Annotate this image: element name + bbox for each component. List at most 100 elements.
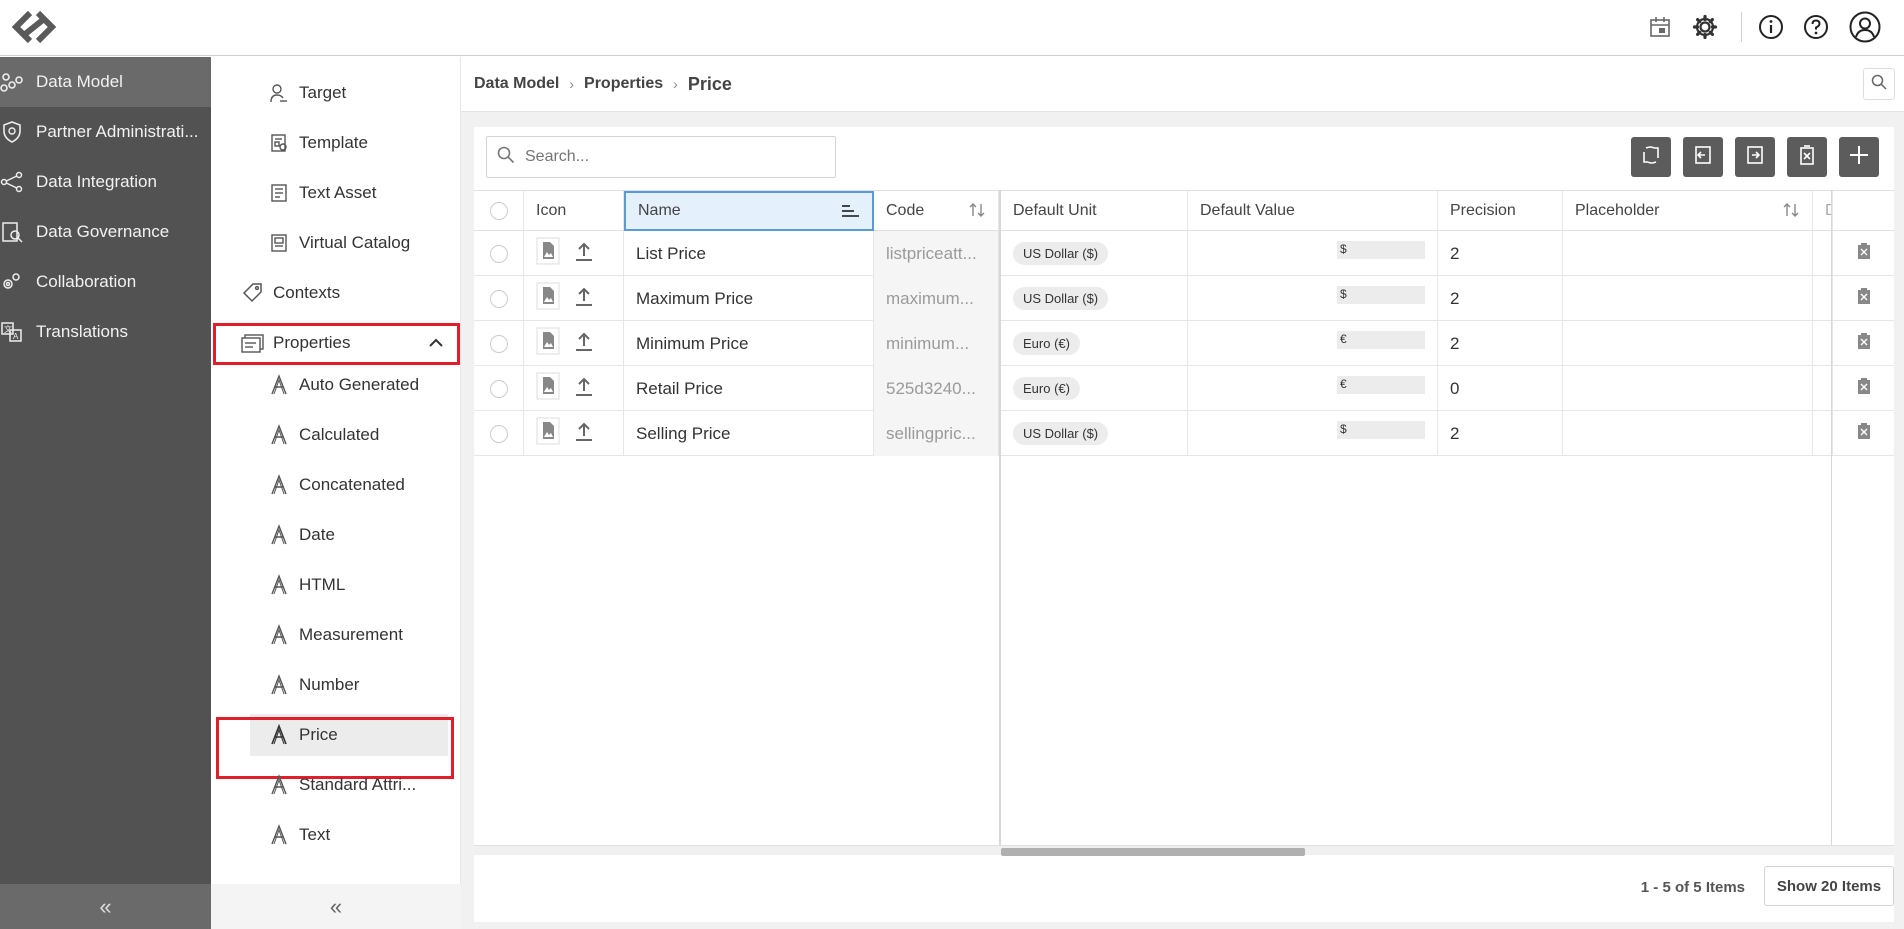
delete-icon[interactable]	[1856, 377, 1872, 400]
unit-cell[interactable]: US Dollar ($)	[1001, 276, 1188, 321]
gear-icon[interactable]	[1688, 10, 1722, 44]
subnav-item-measurement[interactable]: Measurement	[259, 614, 459, 656]
sort-lines-icon[interactable]	[840, 203, 860, 224]
nav-item-collaboration[interactable]: Collaboration	[0, 257, 211, 307]
add-button[interactable]	[1839, 137, 1879, 177]
row-select-radio[interactable]	[489, 289, 508, 308]
image-placeholder-icon[interactable]	[536, 372, 560, 405]
delete-icon[interactable]	[1856, 332, 1872, 355]
search-input[interactable]	[525, 148, 805, 166]
delete-icon[interactable]	[1856, 287, 1872, 310]
default-value-input[interactable]: $	[1337, 421, 1425, 439]
upload-icon[interactable]	[574, 285, 594, 312]
name-cell[interactable]: Retail Price	[624, 366, 874, 411]
delete-icon[interactable]	[1856, 422, 1872, 445]
code-cell[interactable]: maximum...	[874, 276, 999, 321]
scrollbar-thumb[interactable]	[1001, 848, 1305, 856]
default-value-cell[interactable]: $	[1188, 231, 1438, 276]
placeholder-cell[interactable]	[1563, 231, 1813, 276]
placeholder-cell[interactable]	[1563, 366, 1813, 411]
name-cell[interactable]: List Price	[624, 231, 874, 276]
subnav-item-text-asset[interactable]: Text Asset	[259, 172, 459, 214]
logo-icon[interactable]	[10, 7, 58, 47]
upload-icon[interactable]	[574, 330, 594, 357]
default-value-cell[interactable]: $	[1188, 276, 1438, 321]
code-cell[interactable]: minimum...	[874, 321, 999, 366]
nav-item-data-integration[interactable]: Data Integration	[0, 157, 211, 207]
row-select-radio[interactable]	[489, 244, 508, 263]
precision-cell[interactable]: 2	[1438, 276, 1563, 321]
row-select-radio[interactable]	[489, 379, 508, 398]
name-cell[interactable]: Minimum Price	[624, 321, 874, 366]
subnav-item-target[interactable]: Target	[259, 72, 459, 114]
collapse-nav-button[interactable]: «	[0, 884, 211, 929]
header-placeholder[interactable]: Placeholder	[1563, 191, 1813, 231]
row-select-radio[interactable]	[489, 334, 508, 353]
placeholder-cell[interactable]	[1563, 411, 1813, 456]
sort-arrows-icon[interactable]	[1782, 201, 1800, 224]
upload-icon[interactable]	[574, 375, 594, 402]
header-truncated[interactable]: D	[1813, 191, 1833, 231]
default-value-input[interactable]: €	[1337, 376, 1425, 394]
default-value-cell[interactable]: $	[1188, 411, 1438, 456]
subnav-item-template[interactable]: Template	[259, 122, 459, 164]
placeholder-cell[interactable]	[1563, 321, 1813, 366]
subnav-item-virtual-catalog[interactable]: Virtual Catalog	[259, 222, 459, 264]
default-value-cell[interactable]: €	[1188, 321, 1438, 366]
help-icon[interactable]	[1799, 10, 1833, 44]
table-row[interactable]: Minimum Price minimum... Euro (€) € 2	[474, 321, 1894, 366]
info-icon[interactable]	[1754, 10, 1788, 44]
refresh-button[interactable]	[1631, 137, 1671, 177]
nav-item-data-model[interactable]: Data Model	[0, 57, 211, 107]
select-all-radio[interactable]	[489, 201, 508, 220]
name-cell[interactable]: Maximum Price	[624, 276, 874, 321]
name-cell[interactable]: Selling Price	[624, 411, 874, 456]
table-row[interactable]: Selling Price sellingpric... US Dollar (…	[474, 411, 1894, 456]
precision-cell[interactable]: 2	[1438, 231, 1563, 276]
calendar-icon[interactable]	[1643, 10, 1677, 44]
import-button[interactable]	[1683, 137, 1723, 177]
nav-item-partner-administration[interactable]: Partner Administrati...	[0, 107, 211, 157]
header-default-unit[interactable]: Default Unit	[1001, 191, 1188, 231]
header-default-value[interactable]: Default Value	[1188, 191, 1438, 231]
subnav-item-html[interactable]: HTML	[259, 564, 459, 606]
breadcrumb-properties[interactable]: Properties	[584, 75, 663, 93]
code-cell[interactable]: sellingpric...	[874, 411, 999, 456]
code-cell[interactable]: 525d3240...	[874, 366, 999, 411]
image-placeholder-icon[interactable]	[536, 237, 560, 270]
default-value-input[interactable]: €	[1337, 331, 1425, 349]
breadcrumb-data-model[interactable]: Data Model	[474, 75, 559, 93]
subnav-item-text[interactable]: Text	[259, 814, 459, 856]
nav-item-data-governance[interactable]: Data Governance	[0, 207, 211, 257]
header-precision[interactable]: Precision	[1438, 191, 1563, 231]
subnav-item-concatenated[interactable]: Concatenated	[259, 464, 459, 506]
image-placeholder-icon[interactable]	[536, 327, 560, 360]
sort-arrows-icon[interactable]	[968, 201, 986, 224]
placeholder-cell[interactable]	[1563, 276, 1813, 321]
header-code[interactable]: Code	[874, 191, 999, 231]
collapse-subnav-button[interactable]: «	[211, 884, 461, 929]
table-row[interactable]: Retail Price 525d3240... Euro (€) € 0	[474, 366, 1894, 411]
unit-cell[interactable]: Euro (€)	[1001, 366, 1188, 411]
header-name[interactable]: Name	[624, 191, 874, 231]
image-placeholder-icon[interactable]	[536, 417, 560, 450]
user-icon[interactable]	[1848, 10, 1882, 44]
upload-icon[interactable]	[574, 240, 594, 267]
default-value-cell[interactable]: €	[1188, 366, 1438, 411]
delete-button[interactable]	[1787, 137, 1827, 177]
page-size-button[interactable]: Show 20 Items	[1764, 866, 1894, 906]
precision-cell[interactable]: 2	[1438, 321, 1563, 366]
export-button[interactable]	[1735, 137, 1775, 177]
image-placeholder-icon[interactable]	[536, 282, 560, 315]
default-value-input[interactable]: $	[1337, 241, 1425, 259]
table-row[interactable]: List Price listpriceatt... US Dollar ($)…	[474, 231, 1894, 276]
subnav-item-contexts[interactable]: Contexts	[233, 272, 461, 314]
subnav-item-standard-attributes[interactable]: Standard Attri...	[259, 764, 459, 806]
delete-icon[interactable]	[1856, 242, 1872, 265]
code-cell[interactable]: listpriceatt...	[874, 231, 999, 276]
subnav-item-date[interactable]: Date	[259, 514, 459, 556]
default-value-input[interactable]: $	[1337, 286, 1425, 304]
unit-cell[interactable]: US Dollar ($)	[1001, 411, 1188, 456]
nav-item-translations[interactable]: 文A Translations	[0, 307, 211, 357]
precision-cell[interactable]: 2	[1438, 411, 1563, 456]
